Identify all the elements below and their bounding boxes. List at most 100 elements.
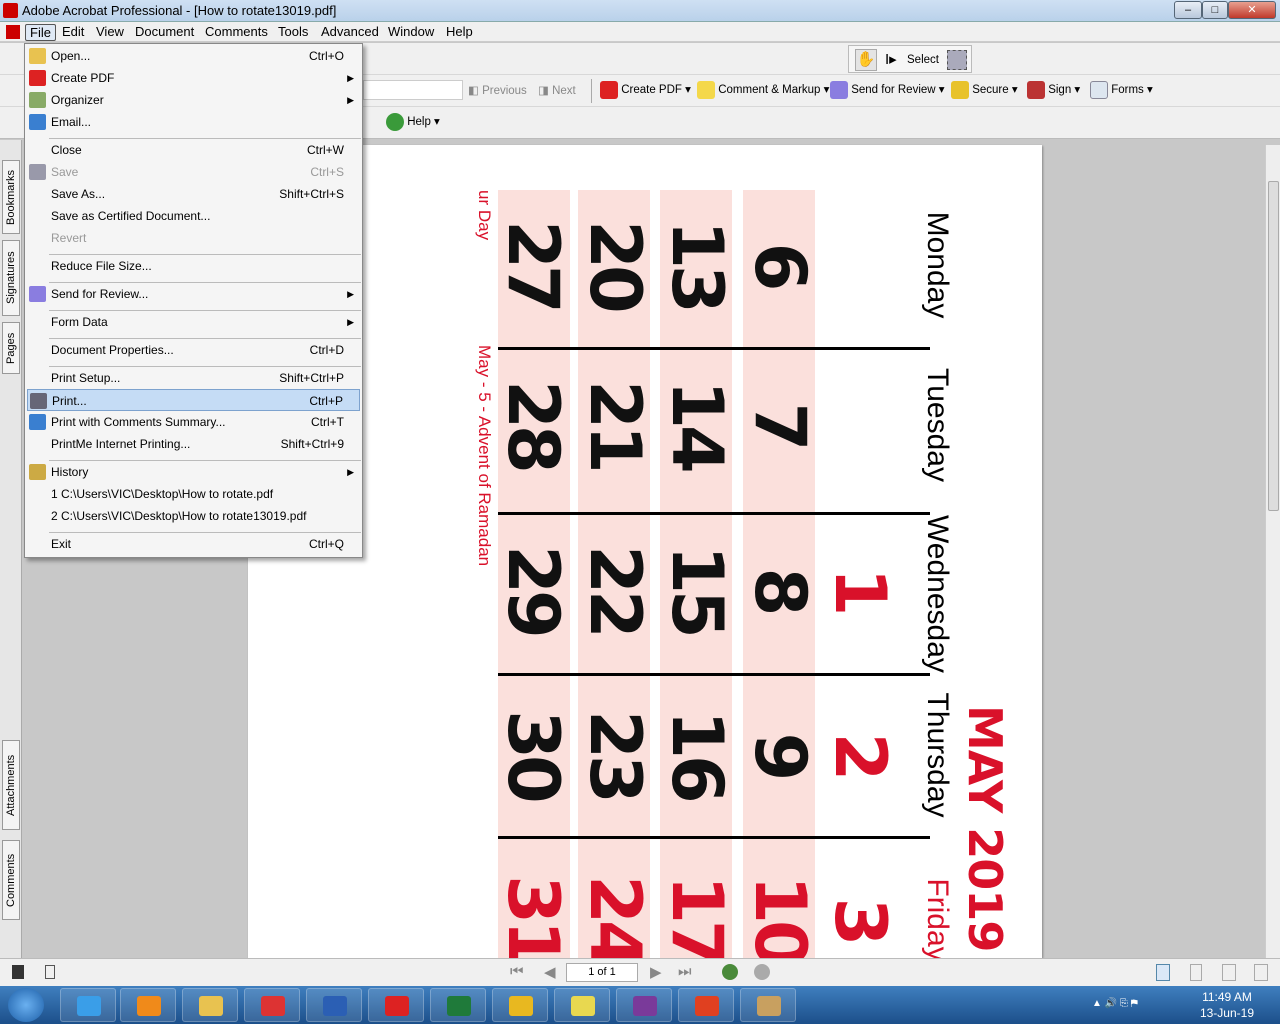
menu-item-shortcut: Ctrl+D xyxy=(309,343,344,357)
last-page-icon[interactable]: ⏭ xyxy=(678,963,692,980)
first-page-icon[interactable]: ⏮ xyxy=(510,963,524,980)
select-tool-label[interactable]: Select xyxy=(907,54,939,66)
taskbar-paint[interactable] xyxy=(740,988,796,1022)
menu-edit[interactable]: Edit xyxy=(58,24,88,41)
file-menu-item[interactable]: 1 C:\Users\VIC\Desktop\How to rotate.pdf xyxy=(27,483,360,505)
continuous-facing-icon[interactable] xyxy=(1254,964,1268,981)
single-page-icon[interactable] xyxy=(1156,964,1170,981)
organizer-icon xyxy=(29,92,46,108)
taskbar-excel[interactable] xyxy=(430,988,486,1022)
menu-comments[interactable]: Comments xyxy=(201,24,272,41)
calendar: MAY 2019 Monday Tuesday Wednesday Thursday Fr… xyxy=(248,145,1042,958)
continuous-icon[interactable] xyxy=(1190,964,1202,981)
tab-attachments[interactable]: Attachments xyxy=(2,740,20,830)
file-menu-item[interactable]: Print Setup... Shift+Ctrl+P xyxy=(27,367,360,389)
sign-button[interactable]: Sign ▾ xyxy=(1027,81,1080,99)
file-menu-item[interactable]: Save as Certified Document... xyxy=(27,205,360,227)
prev-page-icon[interactable]: ◀ xyxy=(544,963,556,981)
back-view-icon[interactable] xyxy=(722,964,738,980)
taskbar-chrome[interactable] xyxy=(244,988,300,1022)
tab-bookmarks[interactable]: Bookmarks xyxy=(2,160,20,234)
file-menu-item[interactable]: Create PDF ▶ xyxy=(27,67,360,89)
menu-tools[interactable]: Tools xyxy=(274,24,312,41)
menu-item-label: Exit xyxy=(51,537,72,551)
file-menu-item[interactable]: Email... xyxy=(27,111,360,133)
file-menu-item[interactable]: Save As... Shift+Ctrl+S xyxy=(27,183,360,205)
menu-file[interactable]: File xyxy=(25,24,56,41)
secure-button[interactable]: Secure ▾ xyxy=(951,81,1018,99)
calendar-date: 13 xyxy=(656,220,738,310)
menu-item-label: Close xyxy=(51,143,82,157)
navigation-panel: Bookmarks Signatures Pages Attachments C… xyxy=(0,140,22,958)
file-menu-item[interactable]: PrintMe Internet Printing... Shift+Ctrl+9 xyxy=(27,433,360,455)
start-button[interactable] xyxy=(8,988,44,1022)
forms-button[interactable]: Forms ▾ xyxy=(1090,81,1153,99)
file-menu-item[interactable]: Print... Ctrl+P xyxy=(27,389,360,411)
taskbar-sticky-notes[interactable] xyxy=(554,988,610,1022)
menu-document[interactable]: Document xyxy=(131,24,198,41)
facing-icon[interactable] xyxy=(1222,964,1236,981)
vertical-scrollbar[interactable] xyxy=(1265,145,1280,958)
menu-help[interactable]: Help xyxy=(442,24,477,41)
send-review-button[interactable]: Send for Review ▾ xyxy=(830,81,945,99)
taskbar-word[interactable] xyxy=(306,988,362,1022)
file-menu-item[interactable]: Document Properties... Ctrl+D xyxy=(27,339,360,361)
close-button[interactable]: ✕ xyxy=(1228,1,1276,19)
forward-view-icon[interactable] xyxy=(754,964,770,980)
comment-markup-button[interactable]: Comment & Markup ▾ xyxy=(697,81,829,99)
calendar-date: 14 xyxy=(656,380,738,470)
help-label: Help xyxy=(407,116,431,129)
tab-comments[interactable]: Comments xyxy=(2,840,20,920)
taskbar-cc4[interactable] xyxy=(678,988,734,1022)
divider xyxy=(591,79,592,103)
clock[interactable]: 11:49 AM 13-Jun-19 xyxy=(1200,989,1254,1021)
taskbar-file-explorer[interactable] xyxy=(182,988,238,1022)
file-menu-item[interactable]: Revert xyxy=(27,227,360,249)
tab-signatures[interactable]: Signatures xyxy=(2,240,20,316)
help-button[interactable]: Help ▾ xyxy=(386,113,440,131)
email-icon xyxy=(29,114,46,130)
hand-tool-icon[interactable]: ✋ xyxy=(855,49,877,71)
minimize-button[interactable]: – xyxy=(1174,1,1202,19)
file-menu-item[interactable]: Reduce File Size... xyxy=(27,255,360,277)
file-menu-item[interactable]: 2 C:\Users\VIC\Desktop\How to rotate1301… xyxy=(27,505,360,527)
tab-pages[interactable]: Pages xyxy=(2,322,20,374)
help-icon xyxy=(386,113,404,131)
taskbar-media-player[interactable] xyxy=(120,988,176,1022)
previous-button[interactable]: ◧ Previous xyxy=(468,83,527,97)
taskbar-acrobat[interactable] xyxy=(368,988,424,1022)
next-button[interactable]: ◨ Next xyxy=(538,83,576,97)
select-cursor-icon[interactable]: I▸ xyxy=(885,50,897,68)
create-pdf-button[interactable]: Create PDF ▾ xyxy=(600,81,691,99)
menu-window[interactable]: Window xyxy=(384,24,438,41)
file-menu-item[interactable]: Open... Ctrl+O xyxy=(27,45,360,67)
file-menu-item[interactable]: Organizer ▶ xyxy=(27,89,360,111)
taskbar-ie[interactable] xyxy=(60,988,116,1022)
find-input[interactable] xyxy=(363,80,463,100)
menu-advanced[interactable]: Advanced xyxy=(317,24,383,41)
snapshot-icon[interactable] xyxy=(947,50,967,70)
tray-icons[interactable]: ▲ 🔊 ⎘ ⚑ xyxy=(1092,998,1138,1009)
file-menu-item[interactable]: Exit Ctrl+Q xyxy=(27,533,360,555)
taskbar-winrar[interactable] xyxy=(616,988,672,1022)
maximize-button[interactable]: □ xyxy=(1202,1,1228,19)
calendar-date: 20 xyxy=(574,220,656,310)
menu-item-label: Send for Review... xyxy=(51,287,149,301)
scroll-thumb[interactable] xyxy=(1268,181,1279,511)
page-number-input[interactable]: 1 of 1 xyxy=(566,963,638,982)
file-menu-item[interactable]: Form Data ▶ xyxy=(27,311,360,333)
file-menu-item[interactable]: Close Ctrl+W xyxy=(27,139,360,161)
file-menu-item[interactable]: Print with Comments Summary... Ctrl+T xyxy=(27,411,360,433)
menu-view[interactable]: View xyxy=(92,24,128,41)
page-size-icon[interactable] xyxy=(12,965,24,979)
acrobat-doc-icon[interactable] xyxy=(6,25,20,39)
page-icon[interactable] xyxy=(45,965,55,979)
file-menu: Open... Ctrl+O Create PDF ▶ Organizer ▶ Email.… xyxy=(24,43,363,558)
next-page-icon[interactable]: ▶ xyxy=(650,963,662,981)
file-menu-item[interactable]: History ▶ xyxy=(27,461,360,483)
taskbar-app-c[interactable] xyxy=(492,988,548,1022)
file-menu-item[interactable]: Send for Review... ▶ xyxy=(27,283,360,305)
file-menu-item[interactable]: Save Ctrl+S xyxy=(27,161,360,183)
calendar-date: 8 xyxy=(739,567,821,613)
taskbar: ▲ 🔊 ⎘ ⚑ 11:49 AM 13-Jun-19 xyxy=(0,986,1280,1024)
